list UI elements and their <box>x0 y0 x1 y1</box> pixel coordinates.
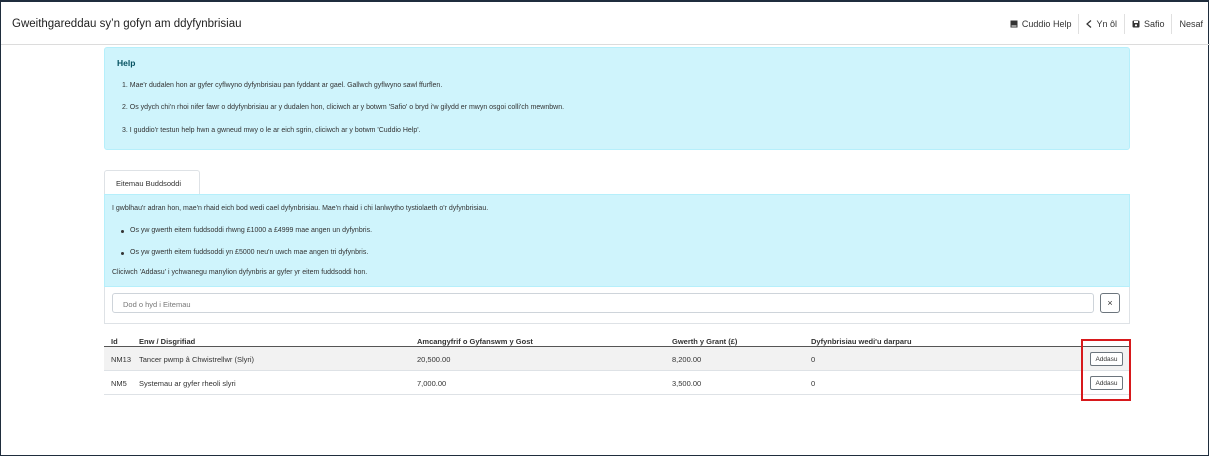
floppy-disk-icon <box>1132 20 1140 28</box>
top-bar: Gweithgareddau sy’n gofyn am ddyfynbrisi… <box>1 2 1210 45</box>
info-intro: I gwblhau'r adran hon, mae'n rhaid eich … <box>112 205 489 212</box>
next-label: Nesaf <box>1179 19 1203 29</box>
info-panel: I gwblhau'r adran hon, mae'n rhaid eich … <box>104 194 1130 287</box>
header-id[interactable]: Id <box>111 337 118 346</box>
cell-name: Tancer pwmp â Chwistrellwr (Slyri) <box>139 355 255 364</box>
bullet-dot <box>121 230 124 233</box>
cell-id: NM5 <box>111 379 127 388</box>
hide-help-button[interactable]: Cuddio Help <box>1003 14 1079 34</box>
save-label: Safio <box>1143 19 1165 29</box>
cell-cost: 20,500.00 <box>417 355 451 364</box>
back-label: Yn ôl <box>1096 19 1117 29</box>
cell-grant: 8,200.00 <box>672 355 702 364</box>
info-bullet-1: Os yw gwerth eitem fuddsoddi rhwng £1000… <box>130 227 373 234</box>
save-button[interactable]: Safio <box>1123 14 1172 34</box>
info-bullet-2: Os yw gwerth eitem fuddsoddi yn £5000 ne… <box>130 249 369 256</box>
header-grant[interactable]: Gwerth y Grant (£) <box>672 337 737 346</box>
hide-help-label: Cuddio Help <box>1021 19 1072 29</box>
help-heading: Help <box>117 58 136 68</box>
toolbar: Cuddio Help Yn ôl Safio Nesaf <box>1003 14 1210 34</box>
table-header: Id Enw / Disgrifiad Amcangyfrif o Gyfans… <box>104 333 1130 347</box>
book-icon <box>1010 20 1018 28</box>
cell-id: NM13 <box>111 355 132 364</box>
cell-quotes: 0 <box>811 379 816 388</box>
bullet-dot <box>121 252 124 255</box>
table-row: NM5 Systemau ar gyfer rheoli slyri 7,000… <box>104 371 1130 395</box>
table-row: NM13 Tancer pwmp â Chwistrellwr (Slyri) … <box>104 347 1130 371</box>
help-line-3: 3. I guddio'r testun help hwn a gwneud m… <box>122 127 421 134</box>
help-line-1: 1. Mae'r dudalen hon ar gyfer cyflwyno d… <box>122 82 443 89</box>
edit-button[interactable]: Addasu <box>1090 352 1123 366</box>
page-title: Gweithgareddau sy’n gofyn am ddyfynbrisi… <box>12 18 242 30</box>
cell-grant: 3,500.00 <box>672 379 702 388</box>
info-outro: Cliciwch 'Addasu' i ychwanegu manylion d… <box>112 269 368 276</box>
close-icon: × <box>1107 298 1113 308</box>
clear-search-button[interactable]: × <box>1100 293 1120 313</box>
header-quotes[interactable]: Dyfynbrisiau wedi'u darparu <box>811 337 912 346</box>
edit-button[interactable]: Addasu <box>1090 376 1123 390</box>
help-line-2: 2. Os ydych chi'n rhoi nifer fawr o ddyf… <box>122 104 565 111</box>
header-name[interactable]: Enw / Disgrifiad <box>139 337 195 346</box>
help-box: Help 1. Mae'r dudalen hon ar gyfer cyflw… <box>104 47 1130 150</box>
cell-name: Systemau ar gyfer rheoli slyri <box>139 379 236 388</box>
next-button[interactable]: Nesaf <box>1171 14 1210 34</box>
cell-quotes: 0 <box>811 355 816 364</box>
tab-investment-items[interactable]: Eitemau Buddsoddi <box>104 170 200 194</box>
chevron-left-icon <box>1086 20 1092 28</box>
header-cost[interactable]: Amcangyfrif o Gyfanswm y Gost <box>417 337 533 346</box>
cell-cost: 7,000.00 <box>417 379 447 388</box>
filter-bar: Dod o hyd i Eitemau × <box>104 287 1130 324</box>
back-button[interactable]: Yn ôl <box>1078 14 1124 34</box>
search-input[interactable]: Dod o hyd i Eitemau <box>112 293 1094 313</box>
